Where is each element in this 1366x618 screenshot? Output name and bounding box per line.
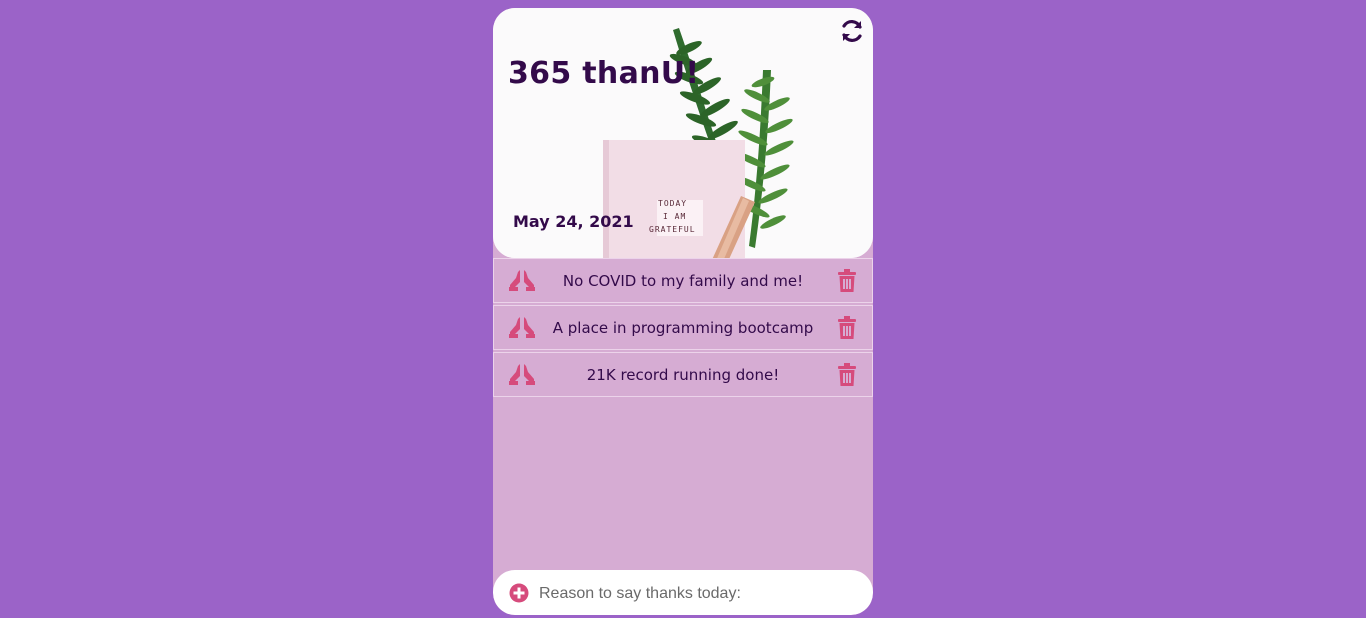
- list-item-text: No COVID to my family and me!: [562, 271, 804, 290]
- thanks-list: No COVID to my family and me! A place in…: [493, 258, 873, 397]
- praying-hands-icon: [509, 364, 535, 385]
- plus-circle-icon[interactable]: [509, 583, 529, 603]
- trash-icon[interactable]: [836, 316, 858, 340]
- app-card: TODAY I AM GRATEFUL 365 thanU! May 24, 2…: [493, 8, 873, 615]
- notebook-line-3: GRATEFUL: [649, 225, 696, 234]
- praying-hands-icon: [509, 317, 535, 338]
- notebook-line-2: I AM: [663, 212, 687, 221]
- refresh-icon[interactable]: [839, 18, 865, 44]
- trash-icon[interactable]: [836, 269, 858, 293]
- app-title: 365 thanU!: [508, 56, 700, 91]
- list-item-text: 21K record running done!: [586, 365, 780, 384]
- trash-icon[interactable]: [836, 363, 858, 387]
- hero-header: TODAY I AM GRATEFUL 365 thanU! May 24, 2…: [493, 8, 873, 258]
- thanks-input[interactable]: [537, 578, 851, 610]
- list-item: 21K record running done!: [493, 352, 873, 397]
- list-item: No COVID to my family and me!: [493, 258, 873, 303]
- list-item: A place in programming bootcamp: [493, 305, 873, 350]
- current-date: May 24, 2021: [513, 212, 634, 231]
- praying-hands-icon: [509, 270, 535, 291]
- list-item-text: A place in programming bootcamp: [552, 318, 814, 337]
- add-thanks-bar: [493, 570, 873, 615]
- notebook-line-1: TODAY: [658, 199, 688, 208]
